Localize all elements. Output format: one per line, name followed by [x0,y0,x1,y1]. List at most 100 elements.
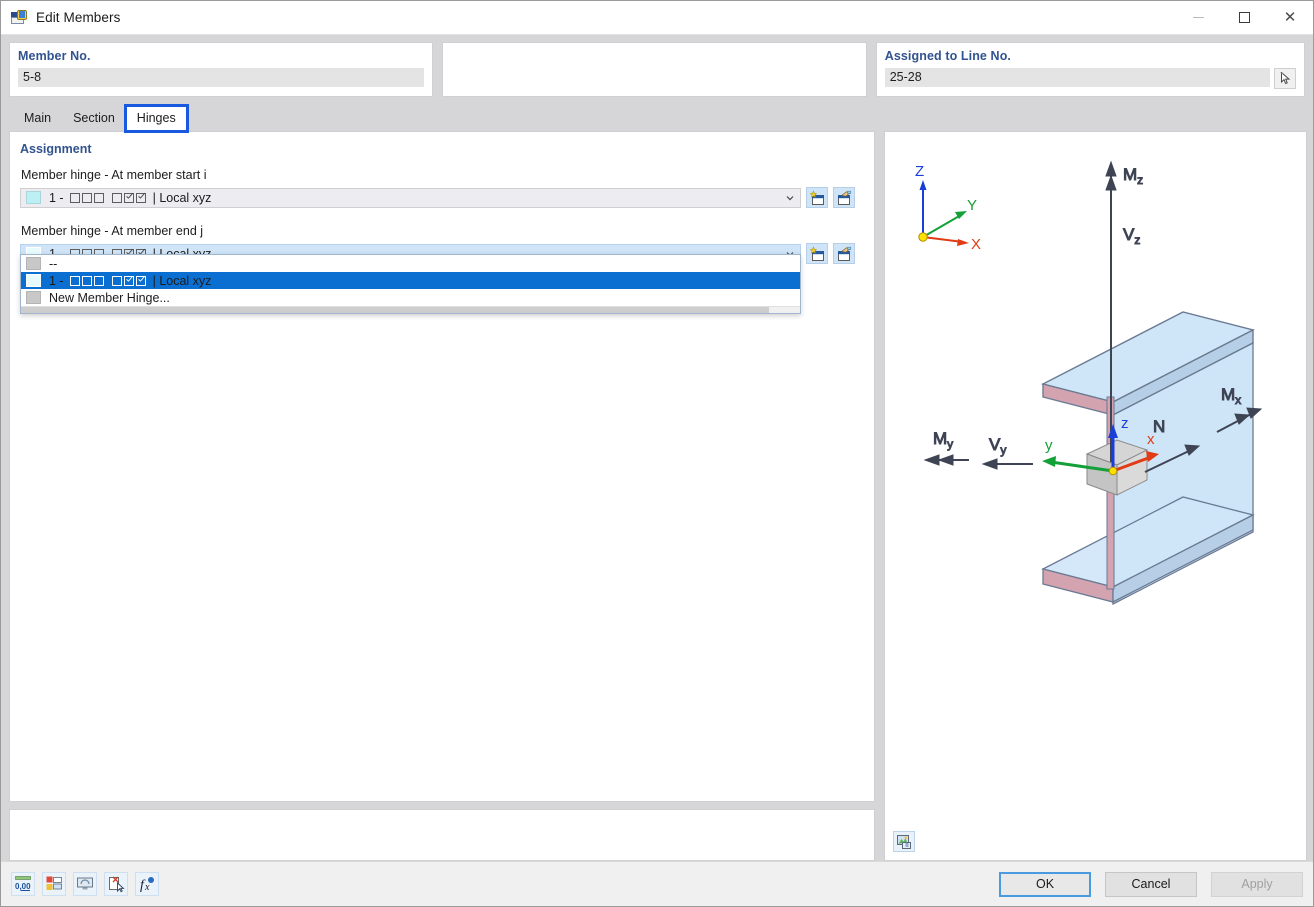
dropdown-option-none[interactable]: -- [21,255,800,272]
render-preview-button[interactable] [893,831,915,852]
assigned-line-inputwrap [884,68,1297,89]
maximize-button[interactable] [1221,2,1267,34]
deactivate-button[interactable] [104,872,128,896]
formula-button[interactable]: f x [135,872,159,896]
dof-box-uy [81,192,92,203]
new-hinge-end-button[interactable] [806,243,828,264]
dof-box-phiy [123,192,134,203]
assigned-line-label: Assigned to Line No. [884,49,1011,63]
svg-text:z: z [1121,415,1129,432]
dof-box-ux [69,192,80,203]
hinge-start-chevron[interactable] [780,189,800,207]
edit-icon [838,246,852,261]
minimize-icon [1192,17,1204,18]
hinge-start-combo[interactable]: 1 - | Local xyz [20,187,801,208]
new-icon [809,189,824,205]
dof-box-phix [111,275,122,286]
hinge-start-value: 1 - | Local xyz [49,191,211,205]
svg-text:x: x [144,882,150,893]
svg-text:X: X [971,236,981,253]
dof-box-phiz [135,192,146,203]
dropdown-scrollbar[interactable] [21,306,800,313]
hinge-start-boxes [69,191,148,205]
svg-text:y: y [1045,437,1053,454]
header-fields-row: Member No. Assigned to Line No. [1,35,1313,103]
edit-icon [838,190,852,205]
dof-box-uy [81,275,92,286]
assignment-title: Assignment [20,142,92,156]
dof-box-uz [93,275,104,286]
dropdown-scroll-thumb[interactable] [21,307,769,313]
field-gap [20,208,864,224]
member-edit-icon [11,9,27,26]
hinge-end-dropdown-list[interactable]: -- 1 - | Local xyz New Member Hinge... [20,254,801,314]
right-column: Z Y X Mz Vz N Mx Vy My z x y [884,131,1307,861]
dropdown-option-label: -- [49,256,58,271]
dialog-body: Assignment Member hinge - At member star… [1,131,1313,861]
pick-cursor-icon [1279,72,1290,85]
close-icon: ✕ [1283,9,1297,26]
global-axis-triad: Z Y X [915,163,981,253]
dropdown-option-label: New Member Hinge... [49,290,170,305]
chevron-down-icon [786,195,794,200]
display-properties-button[interactable] [73,872,97,896]
edit-hinge-start-button[interactable] [833,187,855,208]
apply-button: Apply [1211,871,1303,897]
hinge-start-suffix: | Local xyz [152,190,212,205]
label-Vy: Vy [989,435,1006,457]
tab-hinges[interactable]: Hinges [123,104,189,133]
dropdown-option-new-member-hinge[interactable]: New Member Hinge... [21,289,800,306]
bottom-bar: 0,00 f x OK Cancel Apply [1,861,1313,906]
display-properties-icon [77,877,93,890]
hinge-end-label: Member hinge - At member end j [21,224,204,238]
assigned-line-card: Assigned to Line No. [875,42,1306,97]
deactivate-icon [109,876,125,893]
new-hinge-start-button[interactable] [806,187,828,208]
label-Vz: Vz [1123,225,1140,247]
window-title: Edit Members [36,10,121,25]
minimize-button[interactable] [1175,2,1221,34]
dof-box-ux [69,275,80,286]
hinge-start-prefix: 1 - [49,190,64,205]
dropdown-option-hinge-1[interactable]: 1 - | Local xyz [21,272,800,289]
member-no-input[interactable] [18,68,425,87]
member-no-inputwrap [18,68,425,87]
title-bar: Edit Members ✕ [1,1,1313,35]
member-forces-diagram: Z Y X Mz Vz N Mx Vy My z x y [915,160,1263,606]
hinge-start-label: Member hinge - At member start i [21,168,207,182]
comment-panel[interactable] [9,809,875,861]
new-icon [809,245,824,261]
dropdown-option-suffix: | Local xyz [152,273,212,288]
visualization-panel[interactable]: Z Y X Mz Vz N Mx Vy My z x y [884,131,1307,861]
tab-main[interactable]: Main [13,106,62,131]
formula-icon: f x [140,877,154,893]
assigned-line-input[interactable] [884,68,1271,87]
decimal-places-button[interactable]: 0,00 [11,872,35,896]
dropdown-option-value: 1 - | Local xyz [49,274,211,288]
middle-empty-card [442,42,867,97]
dof-box-phiz [135,275,146,286]
ok-button[interactable]: OK [999,871,1091,897]
dof-box-phix [111,192,122,203]
option-color-swatch [26,257,41,270]
units-button[interactable] [42,872,66,896]
dropdown-option-boxes [69,274,148,288]
dropdown-option-prefix: 1 - [49,273,64,288]
pick-line-button[interactable] [1274,68,1297,89]
render-preview-icon [897,834,911,849]
dof-box-uz [93,192,104,203]
label-Mz: Mz [1123,165,1143,187]
label-My: My [933,429,953,451]
units-icon [46,876,62,890]
option-color-swatch [26,291,41,304]
tab-section[interactable]: Section [62,106,126,131]
assignment-panel: Assignment Member hinge - At member star… [9,131,875,802]
cancel-button[interactable]: Cancel [1105,871,1197,897]
edit-hinge-end-button[interactable] [833,243,855,264]
hinge-start-row: 1 - | Local xyz [20,187,864,208]
member-no-label: Member No. [18,49,91,63]
dof-box-phiy [123,275,134,286]
close-button[interactable]: ✕ [1267,2,1313,34]
edit-members-dialog: Edit Members ✕ Member No. Assigned to Li… [0,0,1314,907]
svg-text:0,00: 0,00 [15,882,31,891]
